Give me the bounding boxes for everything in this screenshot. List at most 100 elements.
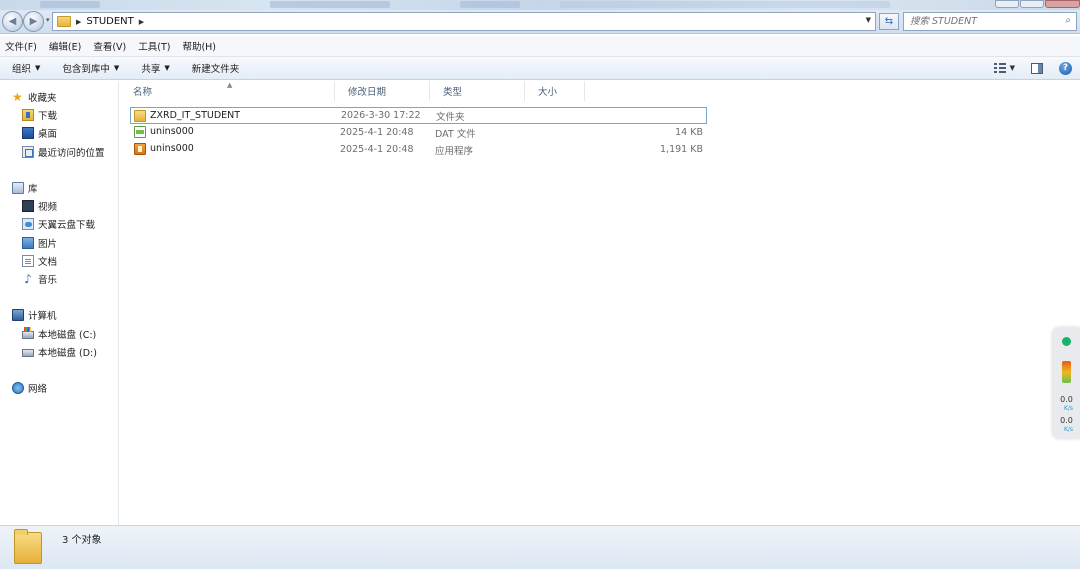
nav-music[interactable]: ♪ 音乐 (22, 272, 57, 286)
nav-label: 下载 (38, 111, 58, 122)
nav-label: 天翼云盘下载 (38, 220, 96, 231)
refresh-button[interactable]: ⇆ (879, 13, 899, 30)
file-size: 1,191 KB (660, 144, 703, 155)
nav-cloud-download[interactable]: 天翼云盘下载 (22, 217, 95, 231)
nav-label: 文档 (38, 257, 58, 268)
nav-downloads[interactable]: 下载 (22, 108, 57, 122)
blurred-tab (460, 1, 520, 8)
downloads-folder-icon (22, 109, 34, 121)
blurred-tab (270, 1, 390, 8)
share-label: 共享 (141, 64, 161, 75)
blurred-tab (560, 1, 890, 8)
file-name: unins000 (150, 126, 194, 137)
nav-label: 图片 (38, 239, 58, 250)
application-icon (134, 142, 146, 155)
network-icon (12, 382, 24, 394)
help-icon[interactable]: ? (1059, 61, 1072, 75)
file-row[interactable]: unins000 2025-4-1 20:48 DAT 文件 14 KB (130, 124, 707, 141)
organize-label: 组织 (12, 64, 32, 75)
forward-button[interactable]: ▶ (23, 11, 44, 32)
nav-network[interactable]: 网络 (12, 381, 47, 395)
file-type: DAT 文件 (435, 128, 476, 140)
nav-recent-places[interactable]: 最近访问的位置 (22, 145, 105, 159)
item-count: 3 个对象 (62, 535, 102, 546)
nav-computer[interactable]: 计算机 (12, 308, 57, 322)
file-type: 应用程序 (435, 145, 474, 157)
libraries-icon (12, 182, 24, 194)
column-header-size[interactable]: 大小 (525, 81, 585, 101)
column-header-type[interactable]: 类型 (430, 81, 525, 101)
menu-bar: 文件(F) 编辑(E) 查看(V) 工具(T) 帮助(H) (0, 36, 1080, 56)
nav-label: 网络 (28, 384, 48, 395)
system-drive-icon (22, 327, 34, 339)
file-date: 2025-4-1 20:48 (340, 127, 414, 138)
nav-documents[interactable]: 文档 (22, 254, 57, 268)
load-bar-icon (1062, 361, 1071, 383)
nav-label: 最近访问的位置 (38, 148, 105, 159)
menu-help[interactable]: 帮助(H) (182, 39, 216, 53)
column-header-name[interactable]: 名称 (120, 81, 335, 101)
back-arrow-icon: ◀ (8, 16, 17, 27)
breadcrumb-student[interactable]: STUDENT (86, 16, 133, 27)
menu-edit[interactable]: 编辑(E) (49, 39, 81, 53)
computer-icon (12, 309, 24, 321)
dat-file-icon (134, 125, 146, 138)
menu-view[interactable]: 查看(V) (93, 39, 126, 53)
column-header-date[interactable]: 修改日期 (335, 81, 430, 101)
blurred-tab (40, 1, 100, 8)
back-button[interactable]: ◀ (2, 11, 23, 32)
cloud-icon (22, 218, 34, 230)
nav-videos[interactable]: 视频 (22, 199, 57, 213)
file-row[interactable]: ZXRD_IT_STUDENT 2026-3-30 17:22 文件夹 (130, 107, 707, 124)
nav-drive-c[interactable]: 本地磁盘 (C:) (22, 327, 96, 341)
menu-file[interactable]: 文件(F) (5, 39, 37, 53)
breadcrumb-separator-icon[interactable]: ▶ (139, 18, 144, 26)
nav-drive-d[interactable]: 本地磁盘 (D:) (22, 345, 97, 359)
window-title-strip (0, 0, 1080, 10)
address-bar[interactable]: ▶ STUDENT ▶ ▼ (52, 12, 876, 31)
file-date: 2025-4-1 20:48 (340, 144, 414, 155)
nav-pictures[interactable]: 图片 (22, 236, 57, 250)
folder-icon (57, 16, 71, 27)
search-icon[interactable]: ⌕ (1065, 15, 1071, 26)
close-button[interactable] (1045, 0, 1080, 8)
share-button[interactable]: 共享 ▼ (141, 61, 169, 75)
nav-label: 桌面 (38, 129, 58, 140)
chevron-down-icon: ▼ (113, 64, 120, 72)
file-name-cell: ZXRD_IT_STUDENT (134, 108, 240, 123)
address-dropdown-icon[interactable]: ▼ (866, 16, 871, 24)
view-dropdown-icon[interactable]: ▼ (1010, 64, 1015, 72)
file-date: 2026-3-30 17:22 (341, 110, 421, 121)
search-input[interactable] (910, 16, 1060, 27)
include-in-library-button[interactable]: 包含到库中 ▼ (62, 61, 119, 75)
recent-places-icon (22, 146, 34, 158)
organize-button[interactable]: 组织 ▼ (12, 61, 40, 75)
history-dropdown-icon[interactable]: ▾ (46, 16, 50, 24)
file-row[interactable]: unins000 2025-4-1 20:48 应用程序 1,191 KB (130, 141, 707, 158)
nav-label: 本地磁盘 (C:) (38, 330, 97, 341)
nav-libraries[interactable]: 库 (12, 181, 38, 195)
view-controls: ▼ ? (993, 57, 1080, 79)
maximize-button[interactable] (1020, 0, 1044, 8)
minimize-button[interactable] (995, 0, 1019, 8)
details-pane: 3 个对象 (0, 525, 1080, 569)
preview-pane-icon[interactable] (1031, 62, 1043, 74)
navigation-pane: ★ 收藏夹 下载 桌面 最近访问的位置 库 视频 天翼云盘下载 图片 文档 ♪ … (0, 81, 119, 525)
video-icon (22, 200, 34, 212)
menu-tools[interactable]: 工具(T) (138, 39, 170, 53)
nav-favorites[interactable]: ★ 收藏夹 (12, 90, 57, 104)
new-folder-button[interactable]: 新建文件夹 (192, 61, 240, 75)
chevron-down-icon: ▼ (164, 64, 170, 72)
address-row: ◀ ▶ ▾ ▶ STUDENT ▶ ▼ ⇆ ⌕ (0, 10, 1080, 34)
network-speed-widget[interactable]: 0.0 K/s 0.0 K/s (1053, 327, 1080, 439)
file-list: ▲ 名称 修改日期 类型 大小 ZXRD_IT_STUDENT 2026-3-3… (120, 81, 1080, 525)
nav-desktop[interactable]: 桌面 (22, 126, 57, 140)
nav-label: 本地磁盘 (D:) (38, 348, 97, 359)
breadcrumb-separator-icon[interactable]: ▶ (76, 18, 81, 26)
nav-label: 库 (28, 184, 38, 195)
file-name-cell: unins000 (134, 141, 194, 156)
search-box[interactable]: ⌕ (903, 12, 1077, 31)
upload-unit: K/s (1063, 405, 1074, 412)
view-mode-icon[interactable] (993, 63, 1006, 73)
file-name-cell: unins000 (134, 124, 194, 139)
